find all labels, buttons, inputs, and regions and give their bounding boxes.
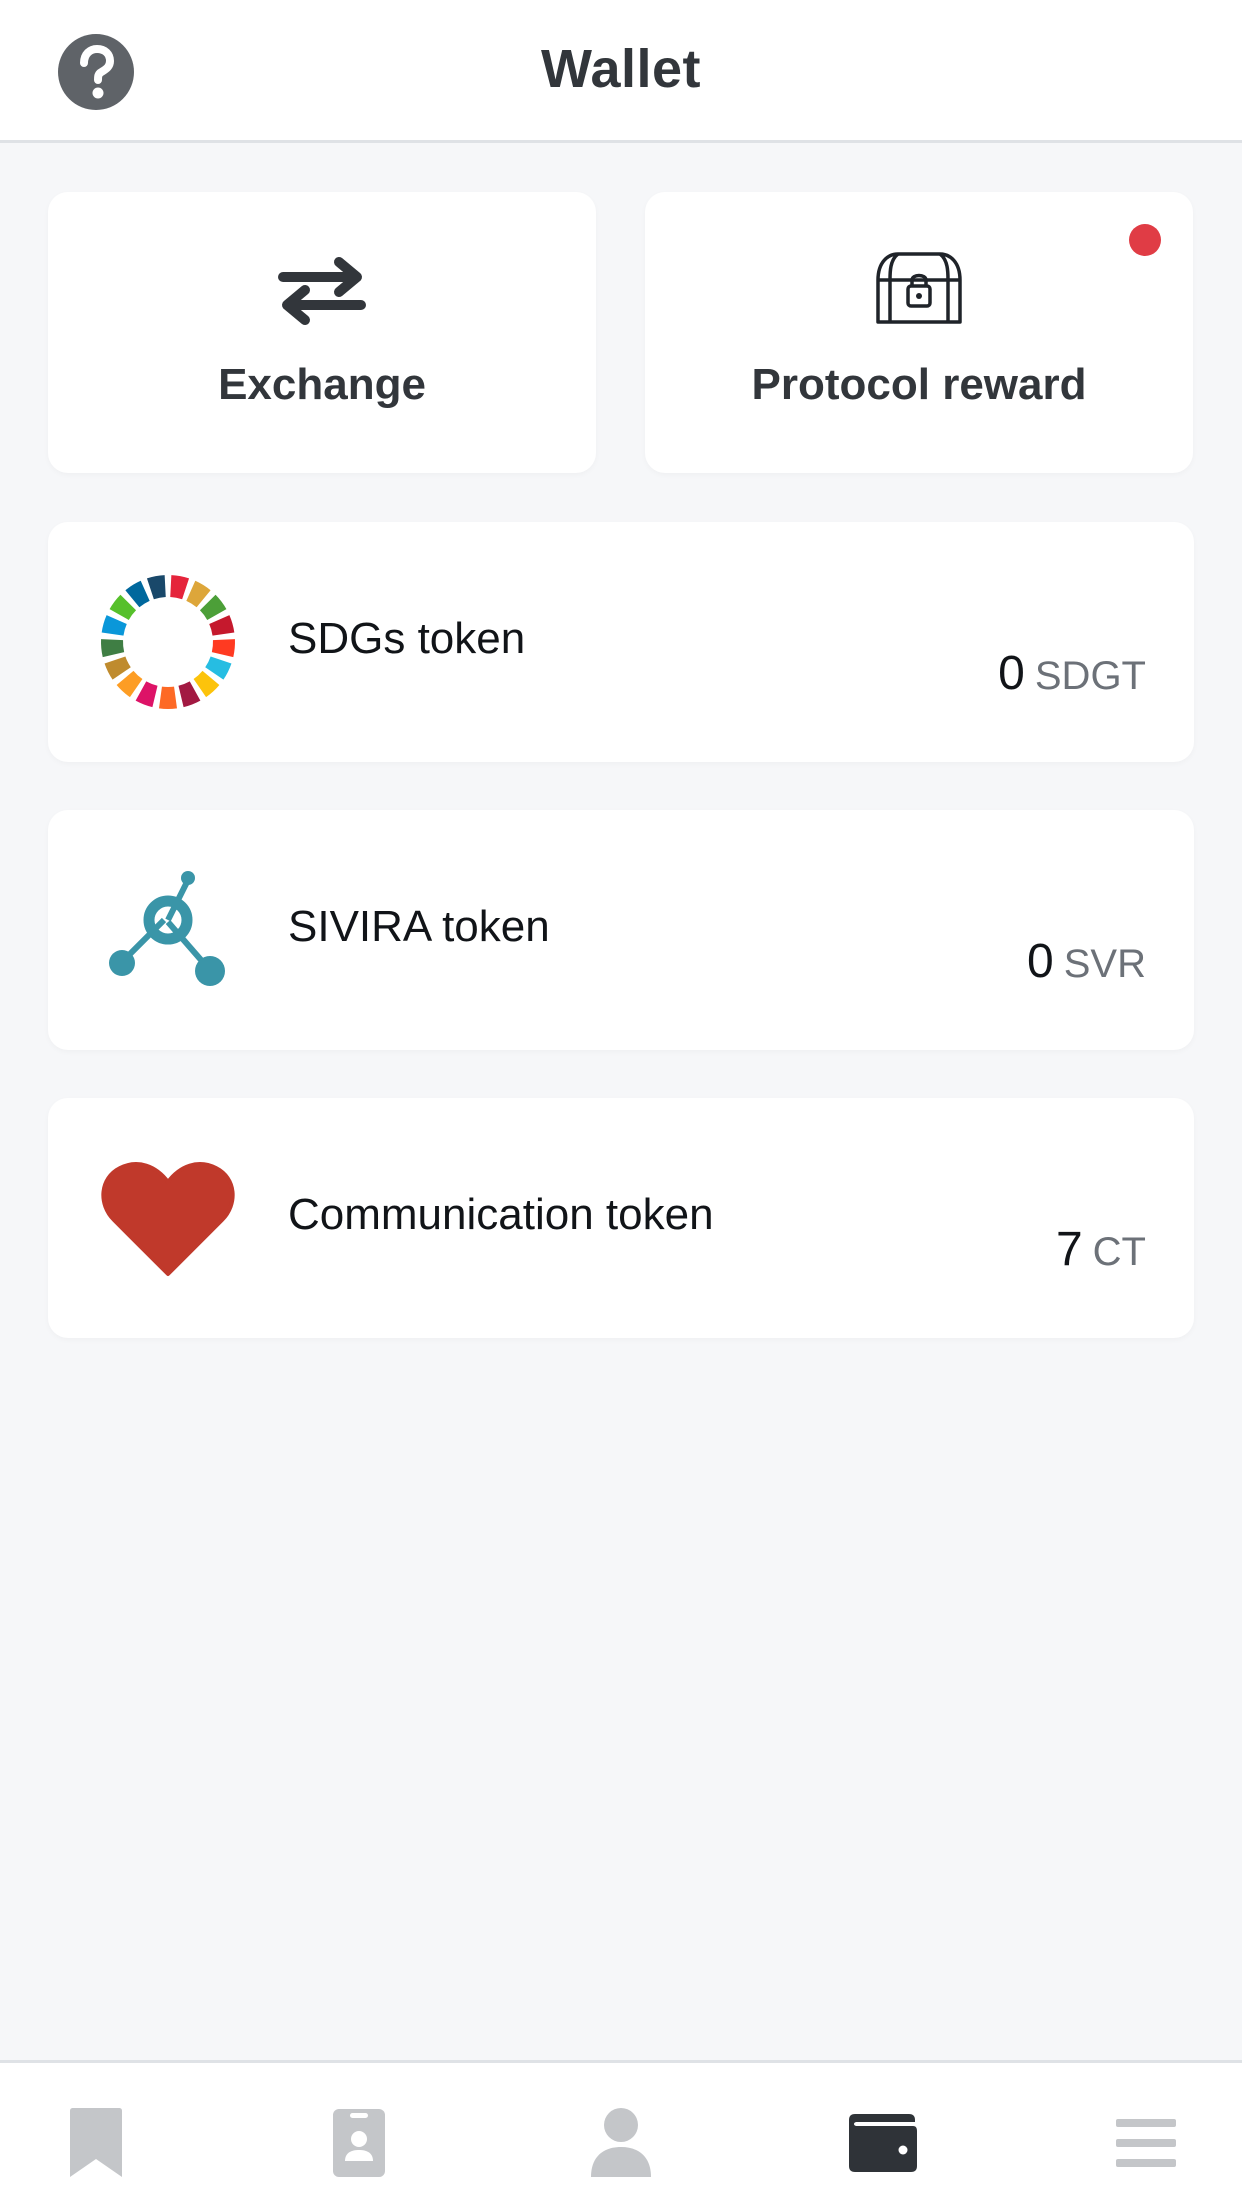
token-balance: 7 CT [1056, 1222, 1146, 1277]
sdg-segment [146, 575, 167, 600]
nav-menu[interactable] [1106, 2103, 1186, 2183]
token-amount: 0 [1027, 935, 1054, 988]
menu-icon [1116, 2119, 1176, 2167]
protocol-reward-button[interactable]: Protocol reward [645, 192, 1193, 473]
treasure-chest-icon [645, 250, 1193, 340]
sdgs-wheel-icon [98, 572, 238, 712]
sdg-segment [109, 594, 137, 621]
sdg-segment [135, 681, 158, 708]
sdg-segment [169, 575, 190, 600]
exchange-arrows-icon [48, 250, 596, 340]
bottom-nav [0, 2060, 1242, 2208]
exchange-label: Exchange [218, 360, 426, 409]
token-unit: SVR [1063, 942, 1146, 986]
sdg-segment [158, 686, 178, 709]
token-row-sivira[interactable]: SIVIRA token 0 SVR [48, 810, 1194, 1050]
token-unit: SDGT [1034, 654, 1146, 698]
nav-bookmark[interactable] [56, 2103, 136, 2183]
app-header: Wallet [0, 0, 1242, 143]
sdg-segment [193, 670, 220, 698]
token-name: Communication token [288, 1190, 714, 1239]
token-row-sdgs[interactable]: SDGs token 0 SDGT [48, 522, 1194, 762]
id-card-icon [333, 2109, 385, 2177]
sdg-segment [101, 615, 127, 636]
heart-icon [98, 1148, 238, 1288]
token-name: SIVIRA token [288, 902, 550, 951]
token-name: SDGs token [288, 614, 526, 663]
sdg-segment [101, 639, 125, 658]
token-amount: 0 [998, 647, 1025, 700]
protocol-reward-label: Protocol reward [751, 360, 1087, 409]
wallet-icon [849, 2114, 917, 2172]
nav-profile[interactable] [581, 2103, 661, 2183]
sdg-segment [211, 639, 235, 658]
bookmark-icon [70, 2108, 122, 2177]
sdg-segment [199, 594, 227, 621]
sdg-segment [125, 580, 150, 608]
sivira-molecule-icon [98, 860, 238, 1000]
token-balance: 0 SDGT [998, 646, 1146, 701]
token-balance: 0 SVR [1027, 934, 1146, 989]
token-row-communication[interactable]: Communication token 7 CT [48, 1098, 1194, 1338]
sdg-segment [178, 681, 201, 708]
sdg-segment [116, 670, 143, 698]
token-amount: 7 [1055, 1223, 1083, 1276]
sdg-segment [205, 656, 232, 680]
sdg-segment [104, 656, 131, 680]
page-title: Wallet [540, 39, 702, 99]
sdg-segment [209, 615, 235, 636]
user-icon [591, 2108, 651, 2177]
sdg-segment [186, 580, 211, 608]
exchange-button[interactable]: Exchange [48, 192, 596, 473]
nav-wallet[interactable] [843, 2103, 923, 2183]
token-unit: CT [1092, 1230, 1146, 1274]
nav-id-card[interactable] [319, 2103, 399, 2183]
